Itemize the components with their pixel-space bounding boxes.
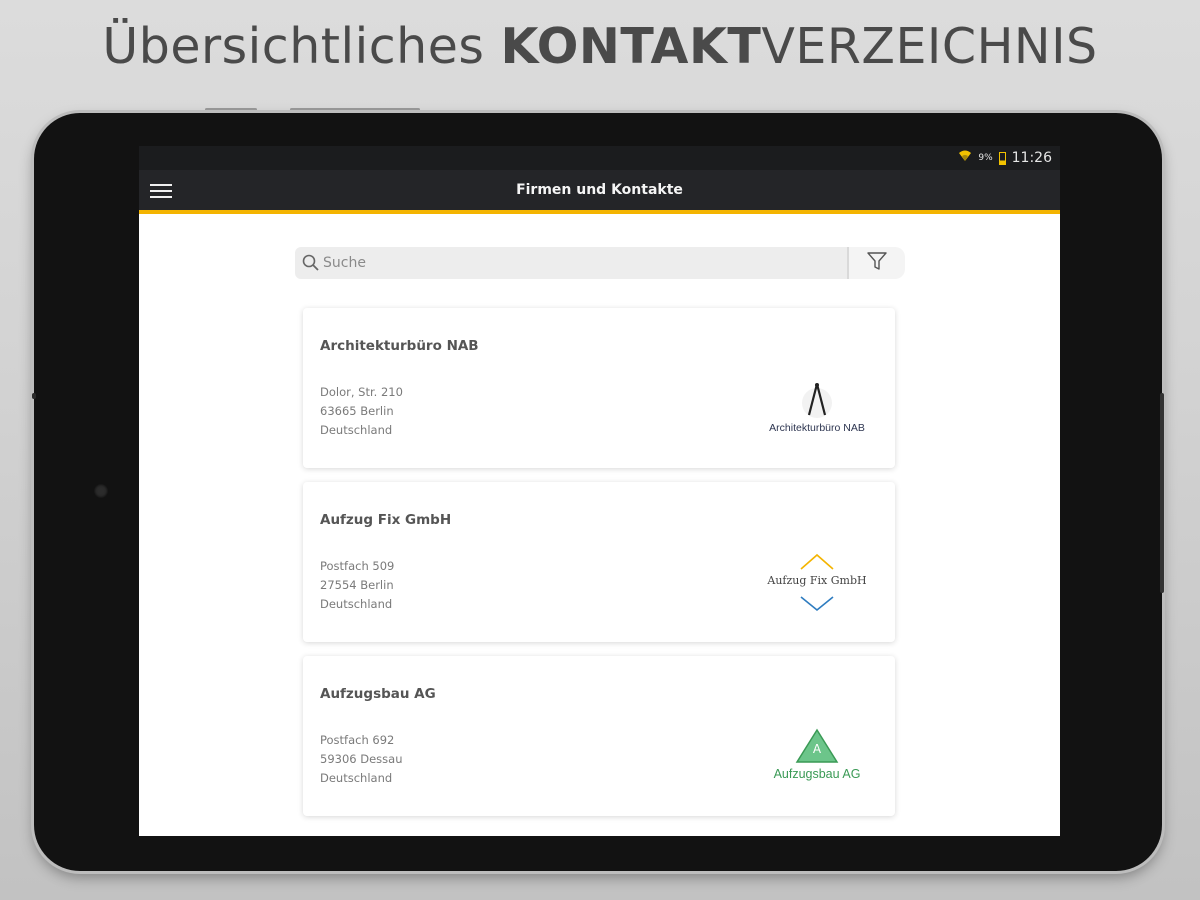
headline-regular: Übersichtliches <box>102 18 501 75</box>
battery-icon <box>998 151 1006 165</box>
page-title: Firmen und Kontakte <box>516 182 683 198</box>
headline-bold: KONTAKT <box>500 18 762 75</box>
wifi-icon <box>958 150 972 166</box>
logo-text: Aufzugsbau AG <box>773 767 861 781</box>
company-logo: A Aufzugsbau AG <box>757 726 877 796</box>
search-box[interactable] <box>295 247 847 279</box>
address-city: 27554 Berlin <box>320 578 394 592</box>
company-address: Postfach 692 59306 Dessau Deutschland <box>320 731 403 788</box>
promo-headline: Übersichtliches KONTAKTVERZEICHNIS <box>0 18 1200 75</box>
company-list: Architekturbüro NAB Dolor, Str. 210 6366… <box>303 308 895 830</box>
battery-percent: 9% <box>978 153 993 163</box>
tablet-side-notch <box>32 393 36 399</box>
company-card[interactable]: Aufzugsbau AG Postfach 692 59306 Dessau … <box>303 656 895 816</box>
address-country: Deutschland <box>320 771 393 785</box>
filter-button[interactable] <box>847 247 905 279</box>
tablet-side-button <box>1160 393 1164 593</box>
address-city: 63665 Berlin <box>320 404 394 418</box>
address-street: Dolor, Str. 210 <box>320 385 403 399</box>
tablet-button-top-2 <box>290 108 420 111</box>
company-address: Dolor, Str. 210 63665 Berlin Deutschland <box>320 383 403 440</box>
clock: 11:26 <box>1011 150 1052 166</box>
company-card[interactable]: Architekturbüro NAB Dolor, Str. 210 6366… <box>303 308 895 468</box>
company-logo: Aufzug Fix GmbH <box>757 552 877 622</box>
address-street: Postfach 509 <box>320 559 395 573</box>
company-logo: Architekturbüro NAB <box>757 378 877 448</box>
filter-icon <box>866 250 888 276</box>
company-card[interactable]: Aufzug Fix GmbH Postfach 509 27554 Berli… <box>303 482 895 642</box>
logo-letter: A <box>812 742 822 756</box>
address-city: 59306 Dessau <box>320 752 403 766</box>
chevrons-icon <box>800 553 834 612</box>
logo-text: Architekturbüro NAB <box>769 422 865 434</box>
company-name: Aufzugsbau AG <box>320 686 436 702</box>
company-name: Aufzug Fix GmbH <box>320 512 452 528</box>
search-icon <box>301 253 321 273</box>
logo-text: Aufzug Fix GmbH <box>767 574 867 587</box>
search-row <box>295 247 905 279</box>
tablet-button-top-1 <box>205 108 257 111</box>
camera-icon <box>94 484 108 498</box>
headline-rest: VERZEICHNIS <box>761 18 1098 75</box>
address-street: Postfach 692 <box>320 733 395 747</box>
search-input[interactable] <box>323 255 803 271</box>
app-screen: 9% 11:26 Firmen und Kontakte Architektur… <box>139 146 1060 836</box>
company-name: Architekturbüro NAB <box>320 338 479 354</box>
app-bar: Firmen und Kontakte <box>139 170 1060 214</box>
address-country: Deutschland <box>320 423 393 437</box>
address-country: Deutschland <box>320 597 393 611</box>
company-address: Postfach 509 27554 Berlin Deutschland <box>320 557 394 614</box>
status-bar: 9% 11:26 <box>139 146 1060 170</box>
